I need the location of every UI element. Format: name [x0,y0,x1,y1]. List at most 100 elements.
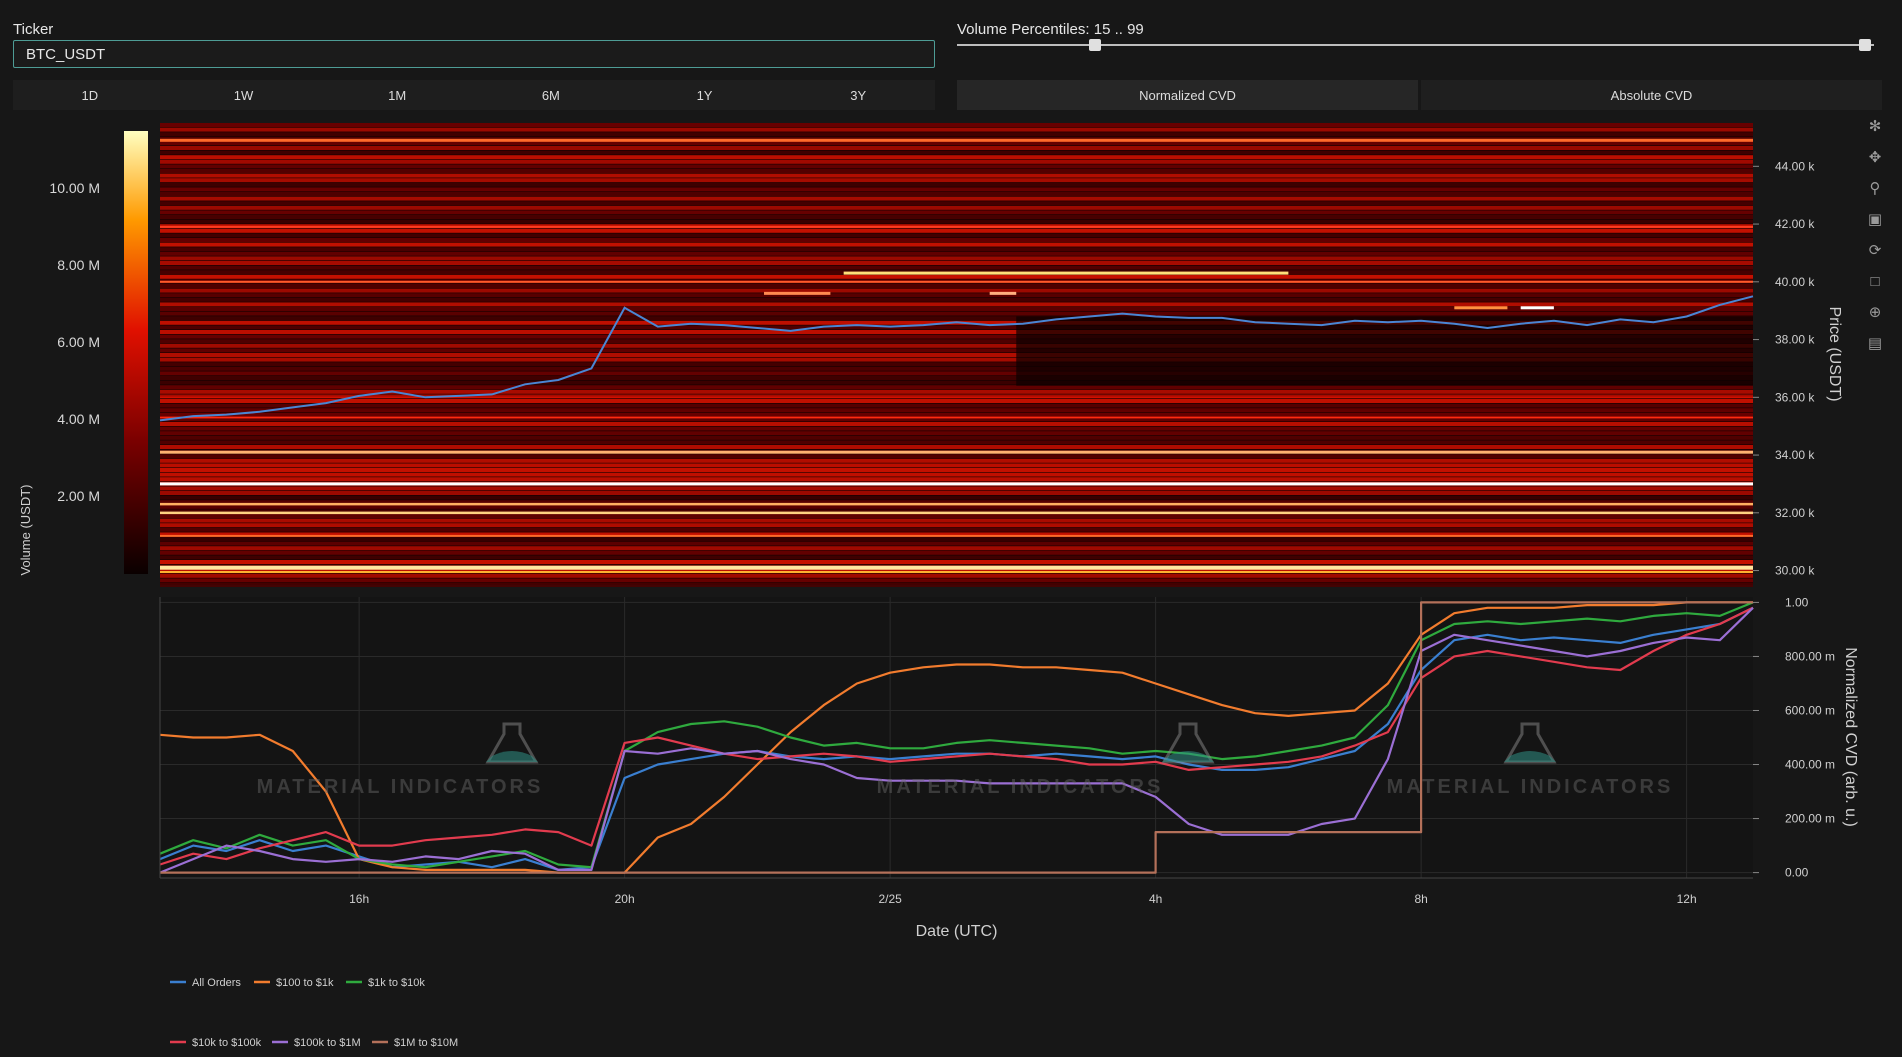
heatmap-band [160,210,1753,215]
liquidity-level [160,450,1753,454]
cvd-tick-label: 200.00 m [1785,812,1835,826]
heatmap-band [160,178,1753,183]
chart-canvas: 2.00 M 4.00 M 6.00 M 8.00 M 10.00 M Volume (U… [18,123,1859,1049]
date-tick-label: 4h [1149,892,1162,906]
heatmap-band [160,293,1753,298]
heatmap-band [160,155,1753,160]
colorbar-tick-label: 2.00 M [57,488,100,504]
heatmap-band [160,550,1753,555]
colorbar-tick-label: 10.00 M [49,180,100,196]
heatmap-band [160,141,1753,146]
date-tick-label: 2/25 [878,892,902,906]
heatmap-band [160,463,1753,468]
liquidity-level [160,502,1753,506]
heatmap-band [160,164,1753,169]
heatmap-band [160,219,1753,224]
heatmap-band [160,187,1753,192]
heatmap-band [160,201,1753,206]
heatmap-band [160,537,1753,541]
heatmap-band [160,228,1753,233]
colorbar-gradient [124,131,148,574]
heatmap-band [160,518,1753,523]
price-tick-label: 40.00 k [1775,275,1815,289]
liquidity-level [160,138,1753,142]
heatmap-band [160,495,1753,500]
heatmap-band [160,261,1753,265]
watermark-text: MATERIAL INDICATORS [257,776,544,798]
heatmap-band [160,233,1753,238]
heatmap-band [160,477,1753,482]
heatmap-band [160,399,1753,403]
heatmap-band [160,297,1753,302]
heatmap-band [160,242,1753,247]
heatmap-band [160,173,1753,178]
legend-label[interactable]: $1k to $10k [368,977,425,989]
liquidity-level [160,511,1753,515]
heatmap-band [160,555,1753,560]
price-tick-label: 38.00 k [1775,333,1815,347]
heatmap-band [160,196,1753,201]
legend-label[interactable]: $10k to $100k [192,1037,262,1049]
heatmap-band [160,445,1753,449]
heatmap-band [160,385,1753,390]
heatmap-band [160,132,1753,137]
heatmap-band [160,422,1753,426]
heatmap-band [160,458,1753,463]
heatmap-band [160,472,1753,477]
liquidity-level [160,534,1753,537]
colorbar-tick-label: 4.00 M [57,411,100,427]
heatmap-band [160,546,1753,551]
heatmap-band [160,578,1753,583]
legend-label[interactable]: $1M to $10M [394,1037,458,1049]
liquidity-segment [1520,306,1554,310]
heatmap-band [160,192,1753,196]
date-tick-label: 8h [1414,892,1427,906]
heatmap-band [160,514,1753,518]
heatmap-band [160,256,1753,261]
liquidity-segment [764,291,831,295]
volume-colorbar: 2.00 M 4.00 M 6.00 M 8.00 M 10.00 M Volume (U… [18,131,148,576]
price-tick-label: 36.00 k [1775,390,1815,404]
heatmap-band [160,431,1753,436]
heatmap-band [160,560,1753,564]
watermark-text: MATERIAL INDICATORS [1387,776,1674,798]
watermark-text: MATERIAL INDICATORS [877,776,1164,798]
heatmap-band [160,307,1753,311]
heatmap-band [160,454,1753,459]
heatmap-band [160,182,1753,187]
cvd-tick-label: 1.00 [1785,595,1809,609]
cvd-tick-label: 0.00 [1785,866,1809,880]
heatmap-band [160,288,1753,293]
liquidity-level [160,280,1753,283]
heatmap-band [160,408,1753,413]
heatmap-band [160,311,1753,316]
heatmap-band [160,523,1753,528]
colorbar-tick-label: 6.00 M [57,334,100,350]
heatmap-band [160,440,1753,445]
price-tick-label: 30.00 k [1775,564,1815,578]
heatmap-band [160,468,1753,472]
date-axis-title: Date (UTC) [916,923,998,940]
liquidity-level [160,565,1753,570]
liquidity-level [160,482,1753,486]
heatmap-band [160,403,1753,408]
heatmap-band [160,435,1753,440]
price-tick-label: 34.00 k [1775,448,1815,462]
heatmap-band [160,150,1753,155]
liquidity-segment [1454,306,1508,310]
legend-label[interactable]: All Orders [192,977,241,989]
heatmap-band [160,412,1753,417]
cvd-tick-label: 400.00 m [1785,758,1835,772]
colorbar-tick-label: 8.00 M [57,257,100,273]
legend-label[interactable]: $100 to $1k [276,977,334,989]
liquidity-level [843,271,1289,275]
heatmap-band [160,486,1753,491]
legend-label[interactable]: $100k to $1M [294,1037,361,1049]
heatmap-band [160,123,1753,127]
cvd-panel[interactable] [159,597,1754,878]
heatmap-panel[interactable] [159,123,1754,587]
heatmap-band [160,274,1753,279]
date-tick-label: 16h [349,892,369,906]
heatmap-band [160,238,1753,242]
heatmap-band [160,146,1753,150]
